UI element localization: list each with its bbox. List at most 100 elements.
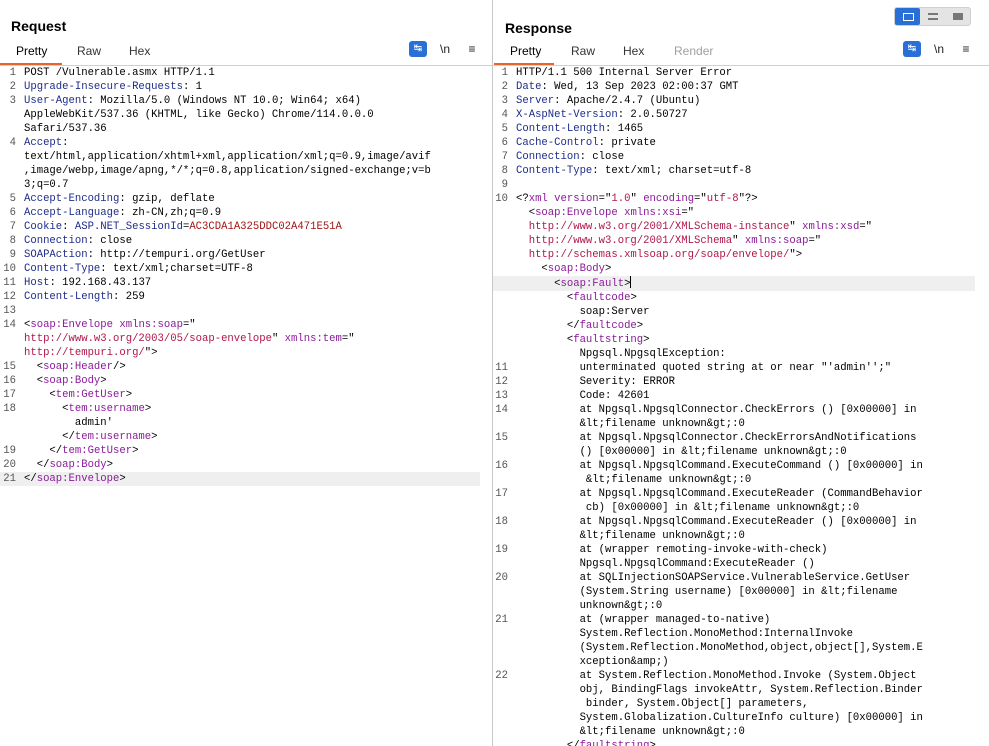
code-line: &lt;filename unknown&gt;:0	[493, 529, 989, 543]
line-number	[493, 276, 512, 291]
code-text: () [0x00000] in &lt;filename unknown&gt;…	[516, 446, 847, 458]
response-editor[interactable]: 1 HTTP/1.1 500 Internal Server Error 2 Date…	[493, 66, 989, 746]
code-line: unknown&gt;:0	[493, 599, 989, 613]
code-line: 4 Accept:	[0, 136, 492, 150]
line-text: </tem:GetUser>	[20, 444, 492, 458]
line-number: 18	[3, 403, 16, 415]
xml-punctuation: <	[24, 403, 69, 415]
code-text: &lt;filename unknown&gt;:0	[516, 726, 745, 738]
newline-toggle-button[interactable]: \n	[436, 41, 454, 57]
line-number	[0, 416, 20, 430]
line-text: Content-Length: 259	[20, 290, 492, 304]
xml-punctuation: "	[271, 333, 285, 345]
xml-punctuation: </	[24, 459, 50, 471]
code-text: Code: 42601	[516, 390, 650, 402]
hamburger-menu-icon[interactable]: ≡	[957, 41, 975, 57]
line-number: 6	[9, 207, 16, 219]
xml-tag-name: soap:Envelope	[30, 319, 114, 331]
line-text: Content-Length: 1465	[512, 122, 989, 136]
xml-punctuation: ="	[598, 193, 612, 205]
line-number	[0, 122, 20, 136]
header-value: gzip, deflate	[125, 193, 215, 205]
line-number: 16	[495, 460, 508, 472]
header-value: close	[585, 151, 625, 163]
line-text: Connection: close	[20, 234, 492, 248]
line-text: <soap:Header/>	[20, 360, 492, 374]
code-line: 2 Upgrade-Insecure-Requests: 1	[0, 80, 492, 94]
code-line: 3;q=0.7	[0, 178, 492, 192]
code-line: 12 Content-Length: 259	[0, 290, 492, 304]
code-line: <faultstring>	[493, 333, 989, 347]
xml-punctuation: >	[106, 459, 114, 471]
line-number: 4	[501, 109, 508, 121]
xml-tag-name: soap:Fault	[560, 278, 625, 290]
line-text: <?xml version="1.0" encoding="utf-8"?>	[512, 192, 989, 206]
line-number	[493, 585, 512, 599]
tab-hex[interactable]: Hex	[623, 44, 644, 58]
code-text: Safari/537.36	[24, 123, 107, 135]
line-text: <tem:username>	[20, 402, 492, 416]
word-wrap-icon[interactable]: ↹	[903, 41, 921, 57]
stacked-icon[interactable]	[920, 8, 945, 25]
line-number: 21	[3, 473, 16, 485]
code-text: 3;q=0.7	[24, 179, 69, 191]
line-text: (System.Reflection.MonoMethod,object,obj…	[512, 641, 989, 655]
line-text: binder, System.Object[] parameters,	[512, 697, 989, 711]
code-line: 6 Accept-Language: zh-CN,zh;q=0.9	[0, 206, 492, 220]
header-name: SOAPAction	[24, 249, 88, 261]
tab-pretty[interactable]: Pretty	[510, 44, 541, 58]
newline-toggle-button[interactable]: \n	[930, 41, 948, 57]
line-text: http://schemas.xmlsoap.org/soap/envelope…	[512, 248, 989, 262]
tab-pretty[interactable]: Pretty	[16, 44, 47, 58]
line-number	[493, 655, 512, 669]
code-line: 17 <tem:GetUser>	[0, 388, 492, 402]
line-number	[493, 445, 512, 459]
xml-attribute: encoding	[643, 193, 695, 205]
code-line: </faultcode>	[493, 319, 989, 333]
line-number: 10	[3, 263, 16, 275]
word-wrap-icon[interactable]: ↹	[409, 41, 427, 57]
cookie-name: ASP.NET_SessionId	[74, 221, 183, 233]
line-text: at System.Reflection.MonoMethod.Invoke (…	[512, 669, 989, 683]
tab-raw[interactable]: Raw	[571, 44, 595, 58]
code-line: <soap:Body>	[493, 262, 989, 276]
line-text: at Npgsql.NpgsqlCommand.ExecuteReader (C…	[512, 487, 989, 501]
side-by-side-icon[interactable]	[895, 8, 920, 25]
code-line: AppleWebKit/537.36 (KHTML, like Gecko) C…	[0, 108, 492, 122]
code-line: 16 at Npgsql.NpgsqlCommand.ExecuteComman…	[493, 459, 989, 473]
code-line: &lt;filename unknown&gt;:0	[493, 473, 989, 487]
line-number	[493, 206, 512, 220]
header-name: Cookie	[24, 221, 63, 233]
xml-attribute: xmlns:soap	[119, 319, 183, 331]
code-line: 7 Connection: close	[493, 150, 989, 164]
xml-punctuation: >	[636, 320, 644, 332]
xml-tag-name: faultstring	[579, 740, 650, 746]
tab-render: Render	[674, 44, 714, 58]
hamburger-menu-icon[interactable]: ≡	[463, 41, 481, 57]
tab-hex[interactable]: Hex	[129, 44, 150, 58]
code-text: at Npgsql.NpgsqlConnector.CheckErrors ()…	[516, 404, 917, 416]
code-line: 21 </soap:Envelope>	[0, 472, 480, 486]
request-editor[interactable]: 1 POST /Vulnerable.asmx HTTP/1.1 2 Upgrade-…	[0, 66, 492, 746]
header-name: Content-Type	[516, 165, 593, 177]
code-line: 5 Accept-Encoding: gzip, deflate	[0, 192, 492, 206]
code-line: &lt;filename unknown&gt;:0	[493, 725, 989, 739]
line-number: 20	[495, 572, 508, 584]
code-line: &lt;filename unknown&gt;:0	[493, 417, 989, 431]
single-pane-icon[interactable]	[945, 8, 970, 25]
code-line: cb) [0x00000] in &lt;filename unknown&gt…	[493, 501, 989, 515]
code-text: at (wrapper remoting-invoke-with-check)	[516, 544, 828, 556]
line-text: Npgsql.NpgsqlException:	[512, 347, 989, 361]
code-text: text/html,application/xhtml+xml,applicat…	[24, 151, 431, 163]
line-number: 18	[495, 516, 508, 528]
code-text: HTTP/1.1 500 Internal Server Error	[516, 67, 733, 79]
header-value: private	[605, 137, 656, 149]
line-text: unknown&gt;:0	[512, 599, 989, 613]
code-line: (System.Reflection.MonoMethod,object,obj…	[493, 641, 989, 655]
xml-attribute-value: http://www.w3.org/2003/05/soap-envelope	[24, 333, 272, 345]
line-text: <soap:Envelope xmlns:soap="	[20, 318, 492, 332]
code-line: 4 X-AspNet-Version: 2.0.50727	[493, 108, 989, 122]
tab-raw[interactable]: Raw	[77, 44, 101, 58]
xml-punctuation: <?	[516, 193, 529, 205]
request-title: Request	[11, 18, 67, 34]
